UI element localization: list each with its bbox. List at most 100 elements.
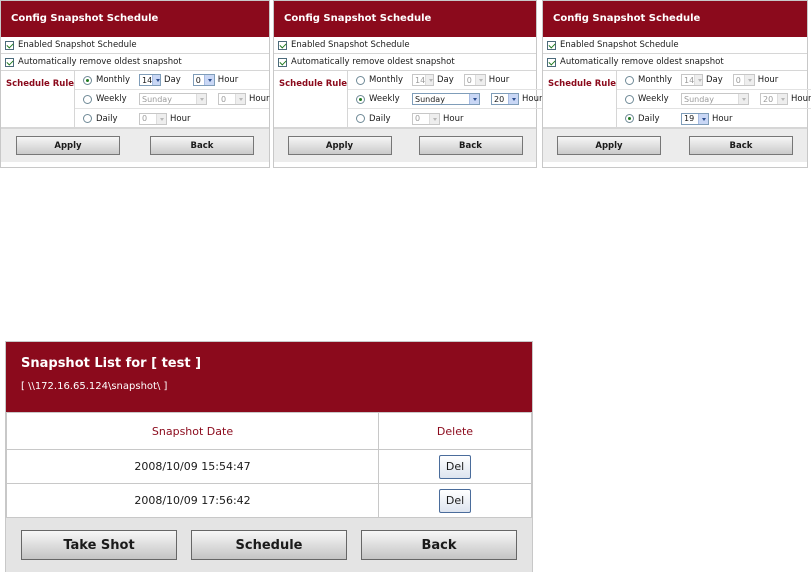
daily-hour-select[interactable]: 0 <box>412 112 440 125</box>
take-shot-button[interactable]: Take Shot <box>21 530 177 560</box>
chevron-down-icon <box>743 75 754 85</box>
daily-label: Daily <box>369 113 391 124</box>
weekly-radio[interactable] <box>625 94 634 104</box>
back-button[interactable]: Back <box>689 136 793 155</box>
snapshot-date-cell: 2008/10/09 15:54:47 <box>6 449 379 484</box>
config-schedule-panel-weekly: Config Snapshot Schedule Enabled Snapsho… <box>273 0 543 168</box>
back-button[interactable]: Back <box>361 530 517 560</box>
chevron-down-icon <box>474 75 485 85</box>
enabled-schedule-checkbox[interactable] <box>278 40 287 50</box>
weekly-day-select[interactable]: Sunday <box>412 93 480 105</box>
hour-unit: Hour <box>443 113 464 124</box>
chevron-down-icon <box>698 113 708 124</box>
daily-radio[interactable] <box>625 114 634 123</box>
auto-remove-label: Automatically remove oldest snapshot <box>291 57 455 67</box>
chevron-down-icon <box>738 94 748 104</box>
monthly-radio[interactable] <box>83 75 92 85</box>
del-button[interactable]: Del <box>439 488 471 513</box>
auto-remove-row: Automatically remove oldest snapshot <box>274 54 536 71</box>
hour-unit: Hour <box>488 75 510 85</box>
chevron-down-icon <box>508 94 518 104</box>
chevron-down-icon <box>694 75 702 85</box>
monthly-day-select[interactable]: 14 <box>681 74 703 86</box>
snapshot-path: [ \\172.16.65.124\snapshot\ ] <box>21 381 168 392</box>
button-bar: Apply Back <box>1 128 269 162</box>
hour-unit: Hour <box>249 94 270 104</box>
del-button[interactable]: Del <box>439 454 471 479</box>
enabled-schedule-label: Enabled Snapshot Schedule <box>291 40 410 50</box>
monthly-row: Monthly 14 Day 0 Hour <box>75 71 270 90</box>
weekly-hour-select[interactable]: 20 <box>491 93 519 105</box>
weekly-label: Weekly <box>369 94 400 104</box>
weekly-day-select[interactable]: Sunday <box>139 93 207 105</box>
daily-hour-select[interactable]: 0 <box>139 112 167 125</box>
apply-button[interactable]: Apply <box>287 136 392 155</box>
enabled-schedule-label: Enabled Snapshot Schedule <box>560 40 679 50</box>
delete-cell: Del <box>378 449 532 484</box>
daily-row: Daily 0 Hour <box>75 109 269 128</box>
auto-remove-checkbox[interactable] <box>278 57 287 67</box>
weekly-radio[interactable] <box>83 94 92 104</box>
apply-button[interactable]: Apply <box>16 136 120 155</box>
hour-unit: Hour <box>217 75 239 85</box>
daily-row: Daily 0 Hour <box>348 109 542 128</box>
enabled-schedule-checkbox[interactable] <box>547 40 556 50</box>
monthly-row: Monthly 14 Day 0 Hour <box>348 71 543 90</box>
schedule-rule-area: Schedule Rule Monthly 14 Day 0 Hour Week… <box>1 71 270 128</box>
auto-remove-label: Automatically remove oldest snapshot <box>560 57 724 67</box>
day-unit: Day <box>706 75 723 85</box>
snapshot-list-header: Snapshot List for [ test ] [ \\172.16.65… <box>6 342 532 412</box>
auto-remove-checkbox[interactable] <box>547 57 556 67</box>
hour-unit: Hour <box>522 94 543 104</box>
daily-label: Daily <box>638 113 660 124</box>
monthly-day-select[interactable]: 14 <box>139 74 161 86</box>
back-button[interactable]: Back <box>150 136 254 155</box>
auto-remove-row: Automatically remove oldest snapshot <box>1 54 269 71</box>
snapshot-list-title: Snapshot List for [ test ] <box>21 356 202 371</box>
weekly-label: Weekly <box>96 94 127 104</box>
auto-remove-label: Automatically remove oldest snapshot <box>18 57 182 67</box>
schedule-rule-area: Schedule Rule Monthly 14 Day 0 Hour Week… <box>543 71 811 128</box>
chevron-down-icon <box>235 94 245 104</box>
day-unit: Day <box>164 75 181 85</box>
daily-radio[interactable] <box>83 114 92 123</box>
schedule-button[interactable]: Schedule <box>191 530 347 560</box>
monthly-radio[interactable] <box>625 75 634 85</box>
snapshot-table: Snapshot Date Delete 2008/10/09 15:54:47… <box>6 412 532 518</box>
monthly-hour-select[interactable]: 0 <box>192 74 215 86</box>
chevron-down-icon <box>152 75 160 85</box>
weekly-row: Weekly Sunday 20 Hour <box>348 90 543 109</box>
daily-hour-select[interactable]: 19 <box>681 112 709 125</box>
monthly-label: Monthly <box>369 75 404 85</box>
apply-button[interactable]: Apply <box>557 136 661 155</box>
chevron-down-icon <box>156 113 166 124</box>
monthly-hour-select[interactable]: 0 <box>463 74 486 86</box>
weekly-hour-select[interactable]: 0 <box>218 93 246 105</box>
back-button[interactable]: Back <box>418 136 523 155</box>
hour-unit: Hour <box>791 94 811 104</box>
monthly-hour-select[interactable]: 0 <box>732 74 755 86</box>
auto-remove-row: Automatically remove oldest snapshot <box>543 54 807 71</box>
weekly-row: Weekly Sunday 20 Hour <box>617 90 811 109</box>
weekly-radio[interactable] <box>356 94 365 104</box>
config-schedule-panel-monthly: Config Snapshot Schedule Enabled Snapsho… <box>0 0 270 168</box>
button-bar: Apply Back <box>274 128 536 162</box>
schedule-rule-options: Monthly 14 Day 0 Hour Weekly Sunday 20 H… <box>348 71 543 128</box>
schedule-rule-options: Monthly 14 Day 0 Hour Weekly Sunday 0 Ho… <box>75 71 270 128</box>
enabled-schedule-row: Enabled Snapshot Schedule <box>543 37 807 54</box>
weekly-day-select[interactable]: Sunday <box>681 93 749 105</box>
monthly-radio[interactable] <box>356 75 365 85</box>
daily-radio[interactable] <box>356 114 365 123</box>
monthly-day-select[interactable]: 14 <box>412 74 434 86</box>
enabled-schedule-checkbox[interactable] <box>5 40 14 50</box>
enabled-schedule-row: Enabled Snapshot Schedule <box>274 37 536 54</box>
delete-header: Delete <box>378 412 532 450</box>
daily-row: Daily 19 Hour <box>617 109 811 128</box>
table-row: 2008/10/09 15:54:47 Del <box>6 449 532 484</box>
panel-title: Config Snapshot Schedule <box>274 1 536 37</box>
delete-cell: Del <box>378 483 532 518</box>
auto-remove-checkbox[interactable] <box>5 57 14 67</box>
schedule-rule-label: Schedule Rule <box>543 71 617 127</box>
day-unit: Day <box>437 75 454 85</box>
weekly-hour-select[interactable]: 20 <box>760 93 788 105</box>
